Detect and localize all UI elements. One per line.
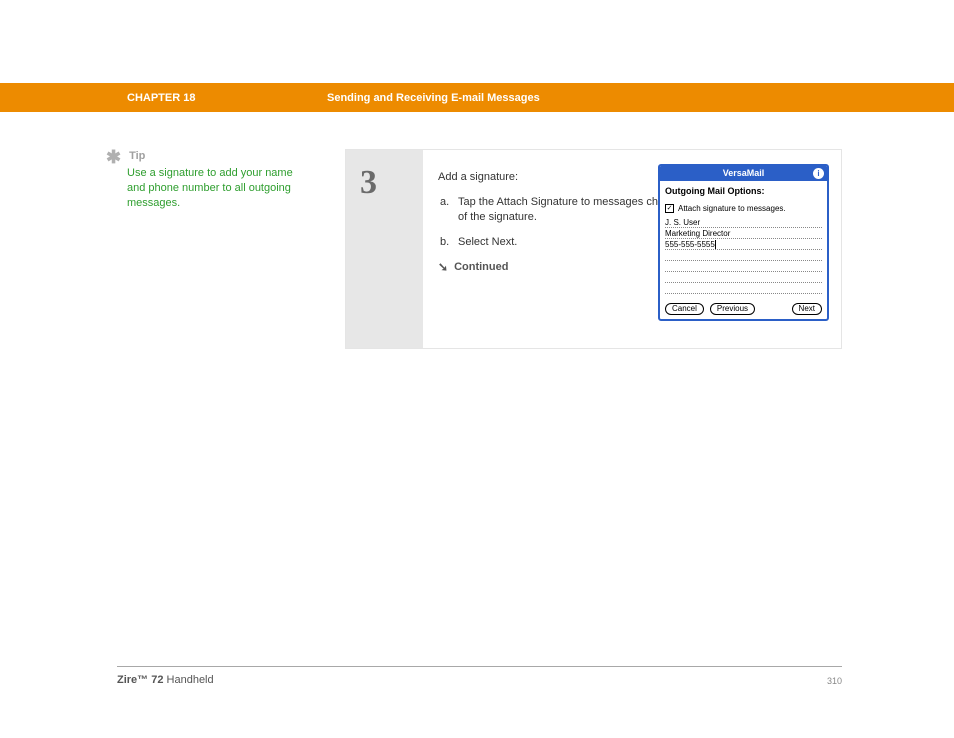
device-screenshot: VersaMail i Outgoing Mail Options: ✓ Att…: [658, 164, 829, 321]
step-letter: a.: [440, 195, 458, 225]
footer-divider: [117, 666, 842, 667]
footer-product-bold: Zire™ 72: [117, 674, 163, 686]
device-heading: Outgoing Mail Options:: [665, 184, 822, 199]
signature-line[interactable]: [665, 250, 822, 261]
chapter-label: CHAPTER 18: [127, 92, 195, 104]
device-body: Outgoing Mail Options: ✓ Attach signatur…: [660, 181, 827, 294]
next-button[interactable]: Next: [792, 303, 822, 315]
signature-line[interactable]: Marketing Director: [665, 228, 822, 239]
signature-line[interactable]: [665, 261, 822, 272]
device-title: VersaMail: [723, 168, 765, 178]
previous-button[interactable]: Previous: [710, 303, 755, 315]
cancel-button[interactable]: Cancel: [665, 303, 704, 315]
chapter-header-bar: CHAPTER 18 Sending and Receiving E-mail …: [0, 83, 954, 112]
signature-line[interactable]: 555-555-5555: [665, 239, 822, 250]
asterisk-icon: ✱: [106, 150, 121, 164]
device-title-bar: VersaMail i: [660, 166, 827, 181]
continued-label: Continued: [454, 260, 508, 275]
checkbox-row: ✓ Attach signature to messages.: [665, 201, 822, 216]
attach-signature-checkbox[interactable]: ✓: [665, 204, 674, 213]
continued-arrow-icon: ➘: [438, 260, 448, 275]
page-number: 310: [827, 676, 842, 686]
step-number-column: 3: [346, 150, 423, 348]
tip-block: ✱ Tip Use a signature to add your name a…: [106, 150, 306, 211]
chapter-topic: Sending and Receiving E-mail Messages: [327, 92, 540, 104]
footer-product-rest: Handheld: [163, 674, 213, 686]
step-content: Add a signature: a. Tap the Attach Signa…: [423, 150, 841, 348]
step-letter: b.: [440, 235, 458, 250]
info-icon: i: [813, 168, 824, 179]
signature-line[interactable]: [665, 283, 822, 294]
device-button-row: Cancel Previous Next: [660, 303, 827, 315]
step-number: 3: [360, 164, 423, 202]
tip-label: Tip: [129, 150, 145, 162]
signature-line[interactable]: [665, 272, 822, 283]
footer-product: Zire™ 72 Handheld: [117, 674, 214, 686]
checkbox-label: Attach signature to messages.: [678, 201, 786, 216]
tip-text: Use a signature to add your name and pho…: [127, 166, 306, 211]
signature-line[interactable]: J. S. User: [665, 217, 822, 228]
step-container: 3 Add a signature: a. Tap the Attach Sig…: [345, 149, 842, 349]
